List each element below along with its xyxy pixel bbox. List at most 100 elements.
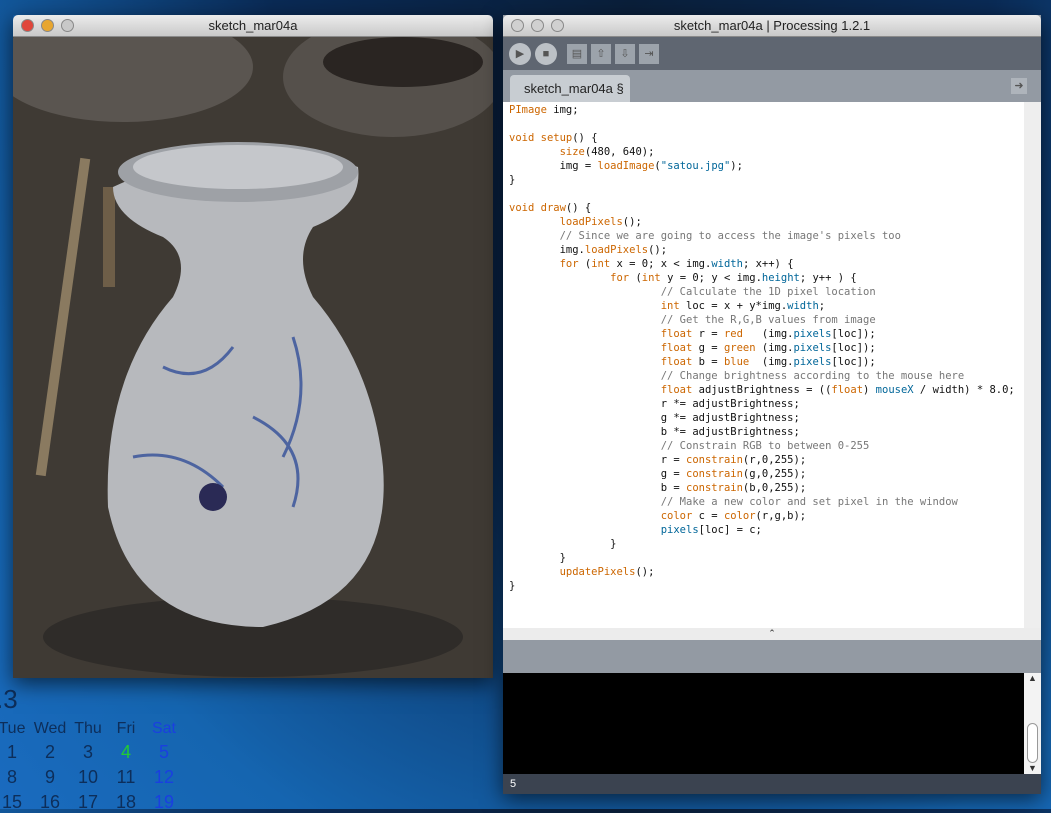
code-token: }: [509, 552, 566, 564]
code-token: int: [591, 258, 611, 270]
sketch-title-bar[interactable]: sketch_mar04a: [13, 15, 493, 37]
calendar-day[interactable]: 15: [0, 792, 31, 813]
code-comment: // Constrain RGB to between 0-255: [660, 440, 870, 452]
calendar-weekday: Wed: [33, 720, 67, 737]
code-token: }: [509, 580, 516, 592]
code-comment: // Since we are going to access the imag…: [559, 230, 901, 242]
code-token: [loc]);: [831, 356, 876, 368]
calendar-day[interactable]: 17: [69, 792, 107, 813]
calendar-day[interactable]: 18: [107, 792, 145, 813]
calendar-day[interactable]: 16: [31, 792, 69, 813]
calendar-day[interactable]: 8: [0, 767, 31, 788]
code-token: ();: [622, 216, 642, 228]
code-line: int loc = x + y*img.width;: [503, 299, 1024, 313]
stop-button[interactable]: ■: [535, 42, 557, 65]
calendar-day[interactable]: 12: [145, 767, 183, 788]
export-button[interactable]: ⇥: [639, 43, 659, 64]
calendar-weekday: Tue: [0, 720, 26, 737]
code-line: PImage img;: [503, 103, 1024, 117]
code-token: [loc]);: [831, 342, 876, 354]
code-line: g = constrain(g,0,255);: [503, 467, 1024, 481]
calendar-day[interactable]: 2: [31, 742, 69, 763]
scroll-thumb[interactable]: [1027, 723, 1038, 763]
calendar-weekday: Fri: [116, 720, 136, 737]
code-token: b *= adjustBrightness;: [509, 426, 800, 438]
code-editor[interactable]: PImage img; void setup() { size(480, 640…: [503, 102, 1024, 628]
code-token: mouseX: [875, 384, 914, 396]
ide-title-bar[interactable]: sketch_mar04a | Processing 1.2.1: [503, 15, 1041, 37]
calendar-weekday: Sat: [151, 720, 176, 737]
calendar-week-row: 8 9 10 11 12: [0, 767, 183, 788]
code-token: loadPixels: [584, 244, 649, 256]
processing-ide-window: sketch_mar04a | Processing 1.2.1 ▶ ■ ▤ ⇧…: [503, 15, 1041, 794]
code-line: }: [503, 173, 1024, 187]
code-token: img.: [509, 244, 585, 256]
new-button[interactable]: ▤: [567, 43, 587, 64]
code-token: ();: [648, 244, 668, 256]
code-line: // Calculate the 1D pixel location: [503, 285, 1024, 299]
calendar-day[interactable]: 9: [31, 767, 69, 788]
save-button[interactable]: ⇩: [615, 43, 635, 64]
code-line: // Make a new color and set pixel in the…: [503, 495, 1024, 509]
code-line: }: [503, 537, 1024, 551]
code-line: // Constrain RGB to between 0-255: [503, 439, 1024, 453]
code-token: pixels: [660, 524, 699, 536]
code-line: }: [503, 551, 1024, 565]
code-token: updatePixels: [559, 566, 636, 578]
calendar-day[interactable]: 1: [0, 742, 31, 763]
code-line: for (int y = 0; y < img.height; y++ ) {: [503, 271, 1024, 285]
code-token: constrain: [686, 468, 743, 480]
editor-scrollbar[interactable]: [1024, 102, 1041, 642]
code-token: }: [509, 174, 516, 186]
run-button[interactable]: ▶: [509, 42, 531, 65]
minimize-button[interactable]: [531, 19, 544, 32]
close-button[interactable]: [511, 19, 524, 32]
console-output[interactable]: [503, 673, 1024, 774]
calendar-day[interactable]: 11: [107, 767, 145, 788]
code-token: r =: [509, 454, 687, 466]
code-token: img;: [546, 104, 579, 116]
calendar-day[interactable]: 3: [69, 742, 107, 763]
code-token: setup: [540, 132, 573, 144]
code-token: draw: [540, 202, 566, 214]
code-token: (b,0,255);: [742, 482, 807, 494]
code-line: b = constrain(b,0,255);: [503, 481, 1024, 495]
calendar-day[interactable]: 10: [69, 767, 107, 788]
open-button[interactable]: ⇧: [591, 43, 611, 64]
code-line: // Since we are going to access the imag…: [503, 229, 1024, 243]
code-token: pixels: [793, 342, 832, 354]
sketch-canvas-image[interactable]: [13, 37, 493, 678]
download-arrow-icon: ⇩: [620, 48, 630, 60]
zoom-button[interactable]: [551, 19, 564, 32]
code-token: loc = x + y*img.: [679, 300, 788, 312]
tab-sketch[interactable]: sketch_mar04a §: [510, 75, 630, 102]
code-token: float: [660, 384, 693, 396]
code-token: float: [660, 342, 693, 354]
code-line: img = loadImage("satou.jpg");: [503, 159, 1024, 173]
code-token: img =: [509, 160, 598, 172]
minimize-button[interactable]: [41, 19, 54, 32]
tab-menu-arrow-icon[interactable]: ➜: [1011, 78, 1027, 94]
zoom-button[interactable]: [61, 19, 74, 32]
calendar-day[interactable]: 5: [145, 742, 183, 763]
ide-window-title: sketch_mar04a | Processing 1.2.1: [673, 18, 871, 33]
calendar-day[interactable]: 19: [145, 792, 183, 813]
close-button[interactable]: [21, 19, 34, 32]
splitter-handle[interactable]: ⌃: [503, 628, 1041, 640]
calendar-day[interactable]: 4: [107, 742, 145, 763]
code-token: (g,0,255);: [742, 468, 807, 480]
code-line: r *= adjustBrightness;: [503, 397, 1024, 411]
code-token: ;: [818, 300, 826, 312]
code-token: adjustBrightness = ((: [692, 384, 832, 396]
code-token: color: [723, 510, 756, 522]
console-scrollbar[interactable]: ▲ ▼: [1024, 673, 1041, 774]
code-line: color c = color(r,g,b);: [503, 509, 1024, 523]
